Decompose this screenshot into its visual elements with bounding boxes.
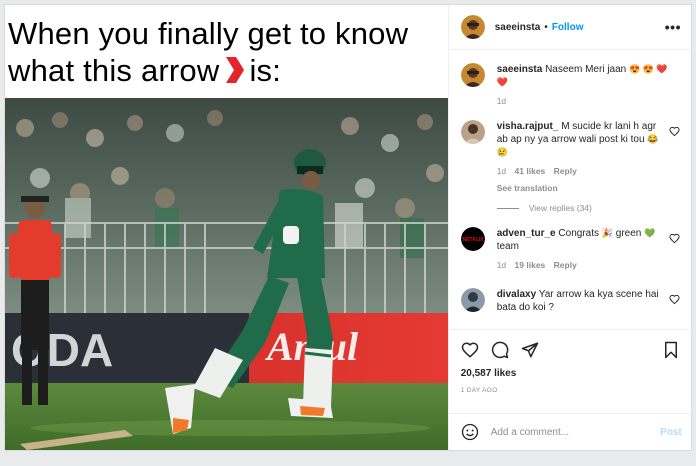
comment-item: divalaxy Yar arrow ka kya scene hai bata… (460, 288, 680, 314)
comment-text-2: green (615, 228, 642, 239)
avatar[interactable] (460, 120, 485, 144)
more-horizontal-icon[interactable]: ••• (665, 19, 681, 35)
avatar[interactable] (460, 288, 485, 312)
comment-text-3: team (496, 241, 519, 252)
emoji-smiley-icon[interactable] (461, 423, 479, 441)
reply-button[interactable]: Reply (554, 260, 577, 270)
meme-caption: When you finally get to know what this a… (8, 15, 446, 89)
action-icons-row (461, 338, 680, 362)
save-bookmark-icon[interactable] (662, 341, 680, 359)
caption-age: 1d (496, 96, 507, 106)
reply-button[interactable]: Reply (554, 166, 577, 176)
comment-age: 1d (496, 166, 507, 176)
avatar[interactable] (460, 63, 485, 87)
comment-item: NETFLIX adven_tur_e Congrats 🎉 green 💚 t… (460, 227, 680, 272)
comment-likes[interactable]: 41 likes (515, 166, 546, 176)
comment-username[interactable]: divalaxy (497, 289, 536, 300)
comment-text: Congrats (558, 228, 599, 239)
comment-username[interactable]: visha.rajput_ (497, 121, 559, 132)
green-heart-emoji: 💚 (644, 228, 656, 238)
heart-outline-icon[interactable] (669, 126, 680, 137)
comment-username[interactable]: adven_tur_e (497, 228, 556, 239)
post-caption: saeeinsta Naseem Meri jaan 😍 😍 ❤️ ❤️ 1d (460, 63, 680, 108)
replies-divider-line (496, 207, 519, 209)
meme-line-2-end: is: (249, 53, 282, 88)
comments-list: saeeinsta Naseem Meri jaan 😍 😍 ❤️ ❤️ 1d … (449, 51, 692, 329)
comment-likes[interactable]: 19 likes (515, 260, 546, 270)
follow-button[interactable]: Follow (552, 22, 584, 33)
caption-username[interactable]: saeeinsta (497, 64, 543, 75)
netflix-avatar-text: NETFLIX (462, 237, 483, 243)
heart-outline-icon[interactable] (669, 294, 680, 305)
post-actions: 20,587 likes 1 DAY AGO (448, 329, 692, 394)
view-replies-label[interactable]: View replies (34) (529, 203, 592, 213)
post-window: When you finally get to know what this a… (4, 4, 692, 451)
red-chevron-icon (226, 57, 245, 83)
view-replies-link[interactable]: View replies (34) (496, 203, 680, 213)
caption-text: Naseem Meri jaan (545, 64, 627, 75)
post-side-panel: saeeinsta • Follow ••• saeeinsta Naseem … (447, 5, 692, 450)
post-timestamp: 1 DAY AGO (460, 387, 498, 394)
cricket-photo: ODA Amul (5, 98, 448, 450)
like-heart-icon[interactable] (461, 341, 479, 359)
heart-outline-icon[interactable] (669, 233, 680, 244)
meme-line-1: When you finally get to know (8, 16, 409, 51)
see-translation-link[interactable]: See translation (497, 182, 669, 195)
post-comment-button[interactable]: Post (660, 427, 682, 438)
post-author-username[interactable]: saeeinsta (495, 22, 541, 33)
post-media: When you finally get to know what this a… (5, 5, 448, 450)
meme-line-2-start: what this arrow (8, 53, 220, 88)
add-comment-bar: Post (448, 413, 692, 450)
post-header: saeeinsta • Follow ••• (448, 5, 691, 50)
meme-line-2: what this arrow is: (8, 52, 446, 89)
separator-dot: • (544, 21, 548, 33)
avatar[interactable]: NETFLIX (460, 227, 485, 251)
comment-bubble-icon[interactable] (491, 341, 509, 359)
comment-emoji: 🎉 (601, 228, 613, 238)
avatar[interactable] (460, 15, 485, 39)
comment-input[interactable] (490, 426, 661, 438)
share-send-icon[interactable] (521, 341, 539, 359)
comment-item: visha.rajput_ M sucide kr lani h agr ab … (460, 120, 680, 195)
comment-age: 1d (496, 260, 507, 270)
likes-count[interactable]: 20,587 likes (461, 368, 680, 379)
